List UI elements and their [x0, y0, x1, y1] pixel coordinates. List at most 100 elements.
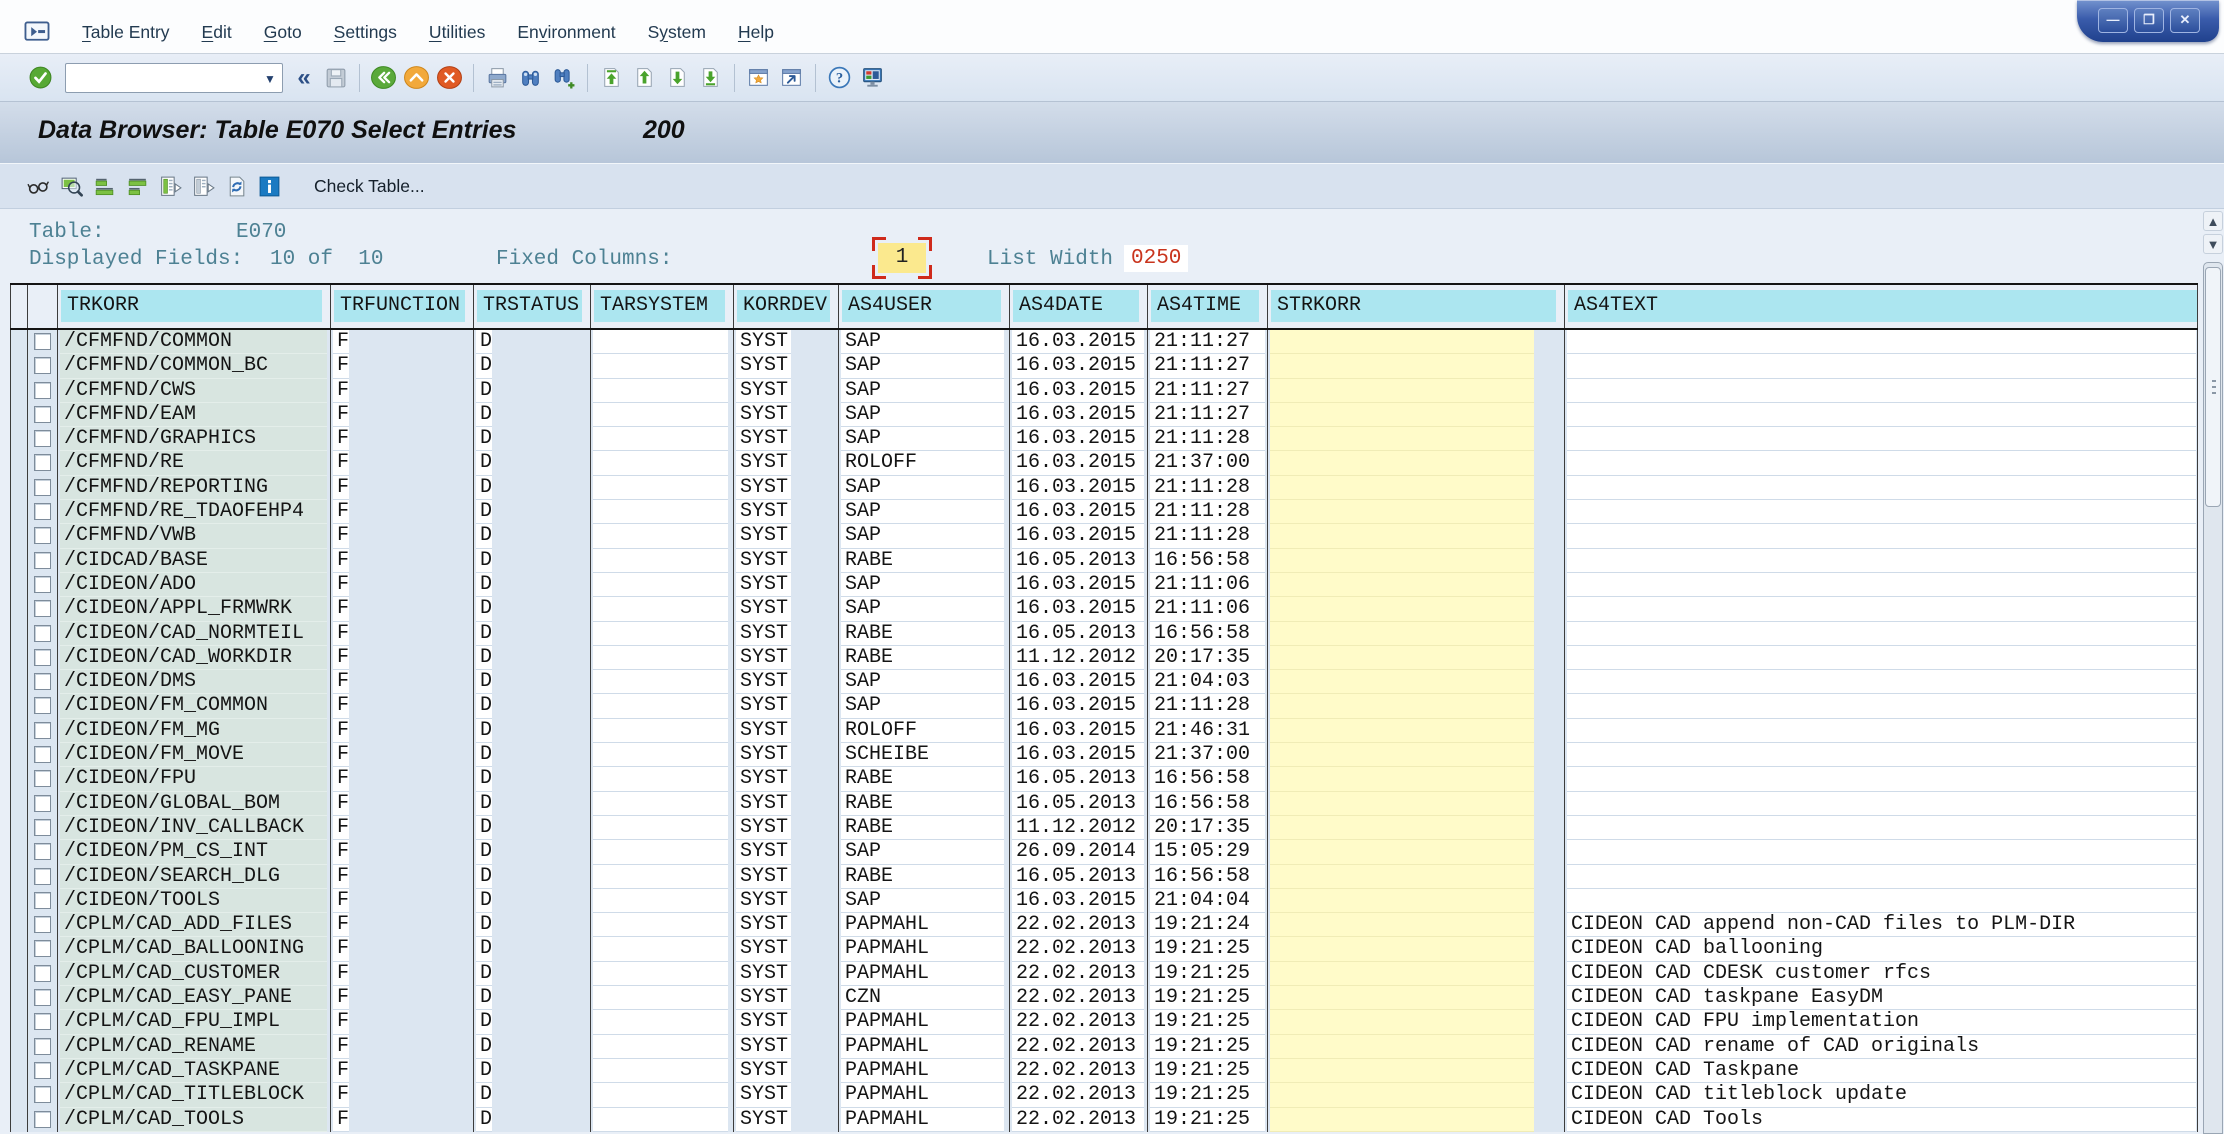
page-down-icon[interactable] — [663, 64, 692, 91]
set-filter-icon[interactable] — [157, 173, 184, 200]
cell-as4user: SAP — [839, 840, 1010, 864]
table-row: /CIDEON/CAD_NORMTEILFDSYSTRABE16.05.2013… — [10, 622, 2198, 646]
menu-item-table-entry[interactable]: Table Entry — [66, 15, 186, 49]
new-session-icon[interactable] — [744, 64, 773, 91]
column-header-label[interactable]: TRFUNCTION — [334, 290, 465, 322]
scroll-down-button[interactable]: ▼ — [2203, 234, 2223, 254]
row-select-checkbox[interactable] — [34, 819, 51, 836]
row-select-checkbox[interactable] — [34, 697, 51, 714]
column-header-label[interactable]: AS4USER — [842, 290, 1001, 322]
row-select-checkbox[interactable] — [34, 382, 51, 399]
row-select-checkbox[interactable] — [34, 673, 51, 690]
find-next-icon[interactable] — [549, 64, 578, 91]
sort-asc-icon[interactable] — [91, 173, 118, 200]
print-icon[interactable] — [483, 64, 512, 91]
system-menu-icon[interactable] — [22, 19, 52, 45]
enter-icon[interactable] — [26, 64, 55, 91]
column-header-label[interactable]: TRSTATUS — [477, 290, 582, 322]
exit-icon[interactable] — [402, 64, 431, 91]
save-icon[interactable] — [321, 64, 350, 91]
row-select-checkbox[interactable] — [34, 1086, 51, 1103]
info-icon[interactable] — [256, 173, 283, 200]
row-select-checkbox[interactable] — [34, 795, 51, 812]
row-select-checkbox[interactable] — [34, 916, 51, 933]
row-select-checkbox[interactable] — [34, 357, 51, 374]
row-select-checkbox[interactable] — [34, 1111, 51, 1128]
menu-item-help[interactable]: Help — [722, 15, 790, 49]
row-select-checkbox[interactable] — [34, 479, 51, 496]
cell-korrdev: SYST — [734, 622, 839, 646]
row-select-checkbox[interactable] — [34, 770, 51, 787]
vertical-scrollbar-thumb[interactable] — [2205, 267, 2221, 507]
menu-item-utilities[interactable]: Utilities — [413, 15, 501, 49]
row-select-checkbox[interactable] — [34, 843, 51, 860]
cell-korrdev: SYST — [734, 986, 839, 1010]
cell-as4date: 11.12.2012 — [1010, 816, 1148, 840]
menu-item-system[interactable]: System — [632, 15, 722, 49]
check-entry-icon[interactable] — [58, 173, 85, 200]
row-margin-cell — [10, 354, 28, 378]
row-select-checkbox[interactable] — [34, 600, 51, 617]
customize-icon[interactable] — [858, 64, 887, 91]
close-button[interactable]: ✕ — [2170, 8, 2200, 33]
cell-value: 21:11:28 — [1150, 476, 1265, 500]
minimize-button[interactable]: — — [2098, 8, 2128, 33]
help-icon[interactable]: ? — [825, 64, 854, 91]
row-select-checkbox[interactable] — [34, 1013, 51, 1030]
menu-item-edit[interactable]: Edit — [186, 15, 248, 49]
row-select-checkbox[interactable] — [34, 722, 51, 739]
column-header-label[interactable]: KORRDEV — [737, 290, 830, 322]
menu-item-environment[interactable]: Environment — [501, 15, 631, 49]
menu-item-settings[interactable]: Settings — [318, 15, 413, 49]
row-select-checkbox[interactable] — [34, 576, 51, 593]
cell-as4date: 16.05.2013 — [1010, 792, 1148, 816]
row-select-checkbox[interactable] — [34, 746, 51, 763]
restore-button[interactable]: ❐ — [2134, 8, 2164, 33]
column-header-as4user: AS4USER — [839, 285, 1010, 328]
row-select-checkbox[interactable] — [34, 527, 51, 544]
row-select-checkbox[interactable] — [34, 892, 51, 909]
cell-value: /CPLM/CAD_EASY_PANE — [60, 986, 327, 1010]
filter-alt-icon[interactable] — [190, 173, 217, 200]
row-select-checkbox[interactable] — [34, 430, 51, 447]
last-page-icon[interactable] — [696, 64, 725, 91]
row-select-checkbox[interactable] — [34, 649, 51, 666]
scroll-up-button[interactable]: ▲ — [2203, 211, 2223, 231]
first-page-icon[interactable] — [597, 64, 626, 91]
sort-desc-icon[interactable] — [124, 173, 151, 200]
row-select-checkbox[interactable] — [34, 1038, 51, 1055]
row-select-checkbox[interactable] — [34, 454, 51, 471]
row-select-checkbox[interactable] — [34, 333, 51, 350]
command-input[interactable] — [65, 63, 283, 93]
display-icon[interactable] — [25, 173, 52, 200]
create-shortcut-icon[interactable] — [777, 64, 806, 91]
column-header-label[interactable]: STRKORR — [1271, 290, 1556, 322]
cell-value: 21:46:31 — [1150, 719, 1265, 743]
column-header-label[interactable]: TRKORR — [61, 290, 322, 322]
column-header-label[interactable]: AS4TIME — [1151, 290, 1259, 322]
cell-tarsystem — [591, 573, 734, 597]
find-icon[interactable] — [516, 64, 545, 91]
command-dropdown-icon[interactable]: ▼ — [260, 68, 280, 90]
back-icon[interactable] — [369, 64, 398, 91]
row-select-checkbox[interactable] — [34, 552, 51, 569]
row-select-checkbox[interactable] — [34, 1062, 51, 1079]
row-select-checkbox[interactable] — [34, 625, 51, 642]
vertical-scrollbar-track[interactable] — [2203, 262, 2223, 1134]
row-select-checkbox[interactable] — [34, 940, 51, 957]
fixed-columns-input[interactable]: 1 — [878, 243, 926, 273]
cancel-icon[interactable] — [435, 64, 464, 91]
refresh-icon[interactable] — [223, 173, 250, 200]
collapse-icon[interactable]: « — [292, 66, 316, 90]
page-up-icon[interactable] — [630, 64, 659, 91]
check-table-button[interactable]: Check Table... — [308, 175, 431, 198]
row-select-checkbox[interactable] — [34, 406, 51, 423]
column-header-label[interactable]: AS4TEXT — [1568, 290, 2197, 322]
menu-item-goto[interactable]: Goto — [248, 15, 318, 49]
row-select-checkbox[interactable] — [34, 868, 51, 885]
row-select-checkbox[interactable] — [34, 503, 51, 520]
column-header-label[interactable]: TARSYSTEM — [594, 290, 725, 322]
row-select-checkbox[interactable] — [34, 965, 51, 982]
row-select-checkbox[interactable] — [34, 989, 51, 1006]
column-header-label[interactable]: AS4DATE — [1013, 290, 1139, 322]
